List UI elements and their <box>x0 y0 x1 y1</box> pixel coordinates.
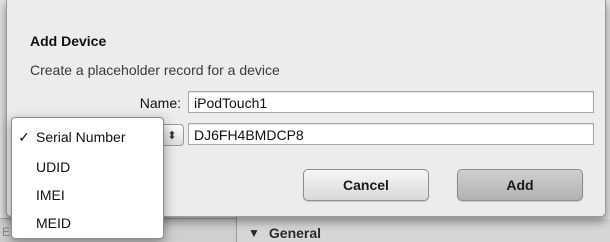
menu-item-label: Serial Number <box>36 129 126 145</box>
menu-item-serial-number[interactable]: ✓ Serial Number <box>12 124 163 150</box>
dialog-title: Add Device <box>30 33 107 49</box>
name-label: Name: <box>139 95 181 111</box>
general-section-header[interactable]: ▼ General <box>248 225 321 241</box>
add-button[interactable]: Add <box>457 169 583 201</box>
menu-item-label: IMEI <box>36 187 65 203</box>
up-down-arrows-icon: ⬍ <box>167 129 177 142</box>
menu-item-imei[interactable]: IMEI <box>12 182 163 208</box>
checkmark-icon: ✓ <box>18 128 30 145</box>
screen: EMEA ▼ General Add Device Create a place… <box>0 0 610 242</box>
id-type-menu: ✓ Serial Number UDID IMEI MEID <box>11 117 164 239</box>
name-field[interactable]: iPodTouch1 <box>188 91 594 113</box>
cancel-button[interactable]: Cancel <box>303 169 429 201</box>
disclosure-triangle-icon[interactable]: ▼ <box>248 226 260 240</box>
menu-item-label: UDID <box>36 159 71 175</box>
menu-item-label: MEID <box>36 215 71 231</box>
general-section-label: General <box>268 225 322 241</box>
menu-item-udid[interactable]: UDID <box>12 154 163 180</box>
device-identifier-field[interactable]: DJ6FH4BMDCP8 <box>188 123 594 145</box>
menu-item-meid[interactable]: MEID <box>12 210 163 236</box>
dialog-subtitle: Create a placeholder record for a device <box>30 62 280 78</box>
